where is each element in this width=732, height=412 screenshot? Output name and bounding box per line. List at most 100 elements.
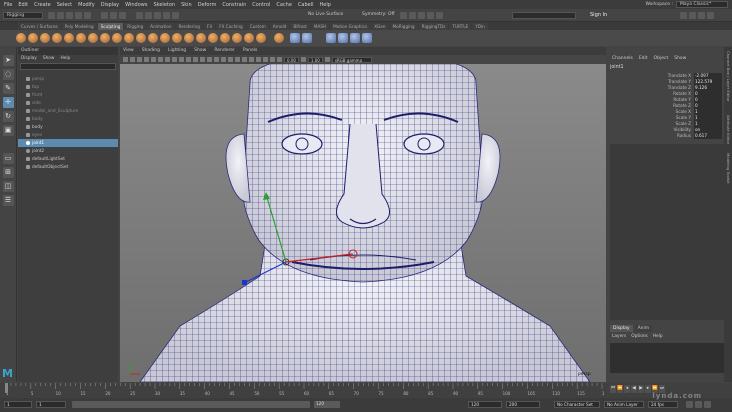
menu-edit[interactable]: Edit (18, 2, 28, 8)
side-tab-attribute-editor[interactable]: Attribute Editor (725, 115, 731, 144)
shelf-tab[interactable]: XGen (371, 23, 389, 30)
character-set-dropdown[interactable]: No Character Set (554, 401, 600, 408)
channel-attr-value[interactable]: on (694, 127, 722, 133)
sculpt-mesh-icon[interactable] (290, 33, 300, 43)
channel-attr-row[interactable]: Translate Y 122.579 (608, 79, 724, 85)
snap-surface-icon[interactable] (172, 12, 179, 19)
viewport-menu-view[interactable]: View (123, 47, 134, 55)
lift-tool-icon[interactable] (256, 33, 266, 43)
step-forward-frame-icon[interactable]: ▸ (645, 385, 651, 393)
textured-icon[interactable] (214, 57, 219, 62)
shelf-tab[interactable]: Animation (147, 23, 175, 30)
isolate-select-icon[interactable] (249, 57, 254, 62)
shelf-tab[interactable]: Motion Graphics (330, 23, 371, 30)
channel-box-menu-object[interactable]: Object (654, 55, 669, 63)
channel-attr-row[interactable]: Translate X -2.097 (608, 73, 724, 79)
select-component-icon[interactable] (119, 12, 126, 19)
shelf-tab[interactable]: YDin (472, 23, 488, 30)
smooth-tool-icon[interactable] (28, 33, 38, 43)
render-frame-icon[interactable] (409, 12, 416, 19)
auto-key-icon[interactable] (686, 401, 693, 408)
menu-skeleton[interactable]: Skeleton (153, 2, 175, 8)
smooth-shade-icon[interactable] (200, 57, 205, 62)
shelf-tab[interactable]: TURTLE (449, 23, 472, 30)
gamma-field[interactable]: 1.00 (307, 56, 323, 63)
shelf-tab[interactable]: MASH (310, 23, 330, 30)
shelf-tab[interactable]: Bifrost (290, 23, 310, 30)
antialiasing-icon[interactable] (242, 57, 247, 62)
sound-icon[interactable] (704, 401, 711, 408)
menu-modify[interactable]: Modify (78, 2, 95, 8)
channel-attr-row[interactable]: Rotate X0 (608, 91, 724, 97)
side-tab-channel-box[interactable]: Channel Box / Layer Editor (725, 51, 731, 102)
repeat-tool-icon[interactable] (112, 33, 122, 43)
render-settings-icon[interactable] (427, 12, 434, 19)
menu-constrain[interactable]: Constrain (222, 2, 246, 8)
shadows-icon[interactable] (228, 57, 233, 62)
outliner-item[interactable]: side (18, 99, 118, 107)
image-plane-icon[interactable] (137, 57, 142, 62)
rotate-tool-icon[interactable]: ↻ (2, 111, 14, 122)
menu-deform[interactable]: Deform (198, 2, 217, 8)
blend-shape-icon[interactable] (326, 33, 336, 43)
channel-attr-row[interactable]: Rotate Y0 (608, 97, 724, 103)
gate-mask-icon[interactable] (165, 57, 170, 62)
channel-attr-value[interactable]: 0 (694, 97, 722, 103)
lasso-tool-icon[interactable]: ◌ (2, 69, 14, 80)
play-forwards-icon[interactable]: ▶ (638, 385, 644, 393)
current-time-marker[interactable] (5, 383, 8, 393)
layer-menu-help[interactable]: Help (653, 334, 663, 339)
paint-select-icon[interactable]: ✎ (2, 83, 14, 94)
wax-tool-icon[interactable] (136, 33, 146, 43)
sign-in-button[interactable]: Sign In (590, 12, 607, 18)
step-back-key-icon[interactable]: ⏪ (617, 385, 623, 393)
step-back-frame-icon[interactable]: ◂ (624, 385, 630, 393)
outliner-item[interactable]: defaultObjectSet (18, 163, 118, 171)
channel-attr-row[interactable]: Scale Y1 (608, 115, 724, 121)
menu-control[interactable]: Control (252, 2, 270, 8)
viewport-menu-renderer[interactable]: Renderer (214, 47, 235, 55)
menu-help[interactable]: Help (320, 2, 331, 8)
workspace-dropdown[interactable]: Maya Classic* (676, 1, 728, 8)
wireframe-on-shaded-icon[interactable] (207, 57, 212, 62)
sculpt-tool-icon[interactable] (16, 33, 26, 43)
ipr-render-icon[interactable] (418, 12, 425, 19)
shelf-tab[interactable]: Poly Modeling (61, 23, 97, 30)
outliner-item-selected[interactable]: joint1 (18, 139, 118, 147)
color-management-icon[interactable] (324, 57, 330, 62)
new-scene-icon[interactable] (48, 12, 55, 19)
shelf-tab[interactable]: FX Caching (216, 23, 246, 30)
shelf-tab[interactable]: Curves / Surfaces (18, 23, 61, 30)
time-slider[interactable]: 1 5 10 15 20 25 30 35 40 45 50 55 60 65 70 75 80 85 90 95 10… (0, 383, 732, 398)
open-scene-icon[interactable] (57, 12, 64, 19)
channel-attr-row[interactable]: Visibility on (608, 127, 724, 133)
menu-select[interactable]: Select (57, 2, 72, 8)
live-surface-label[interactable]: No Live Surface (308, 12, 343, 17)
shelf-tab[interactable]: Sculpting (97, 23, 124, 30)
shelf-tab[interactable]: Rigging (124, 23, 147, 30)
shelf-tab[interactable]: RiggingTDs (418, 23, 449, 30)
pinch-tool-icon[interactable] (64, 33, 74, 43)
scale-tool-icon[interactable]: ▣ (2, 125, 14, 136)
playback-end-field[interactable]: 120 (468, 401, 502, 408)
tool-settings-icon[interactable] (698, 12, 705, 19)
hypershade-icon[interactable] (436, 12, 443, 19)
menu-set-dropdown[interactable]: Rigging (3, 12, 43, 19)
select-object-icon[interactable] (110, 12, 117, 19)
exposure-icon[interactable] (277, 57, 282, 62)
channel-attr-value[interactable]: 122.579 (694, 79, 722, 85)
grid-toggle-icon[interactable] (144, 57, 149, 62)
imprint-tool-icon[interactable] (124, 33, 134, 43)
view-transform-dropdown[interactable]: sRGB gamma (331, 56, 372, 63)
channel-attr-value[interactable]: 1 (694, 121, 722, 127)
shelf-tab[interactable]: MoRigging (389, 23, 418, 30)
menu-create[interactable]: Create (34, 2, 51, 8)
go-to-start-icon[interactable]: ⏮ (610, 385, 616, 393)
fill-tool-icon[interactable] (160, 33, 170, 43)
shelf-tab[interactable]: Arnold (269, 23, 290, 30)
xray-icon[interactable] (256, 57, 261, 62)
safe-action-icon[interactable] (179, 57, 184, 62)
channel-box-menu-channels[interactable]: Channels (612, 55, 633, 63)
wireframe-icon[interactable] (193, 57, 198, 62)
four-view-layout-icon[interactable]: ⊞ (2, 167, 14, 178)
